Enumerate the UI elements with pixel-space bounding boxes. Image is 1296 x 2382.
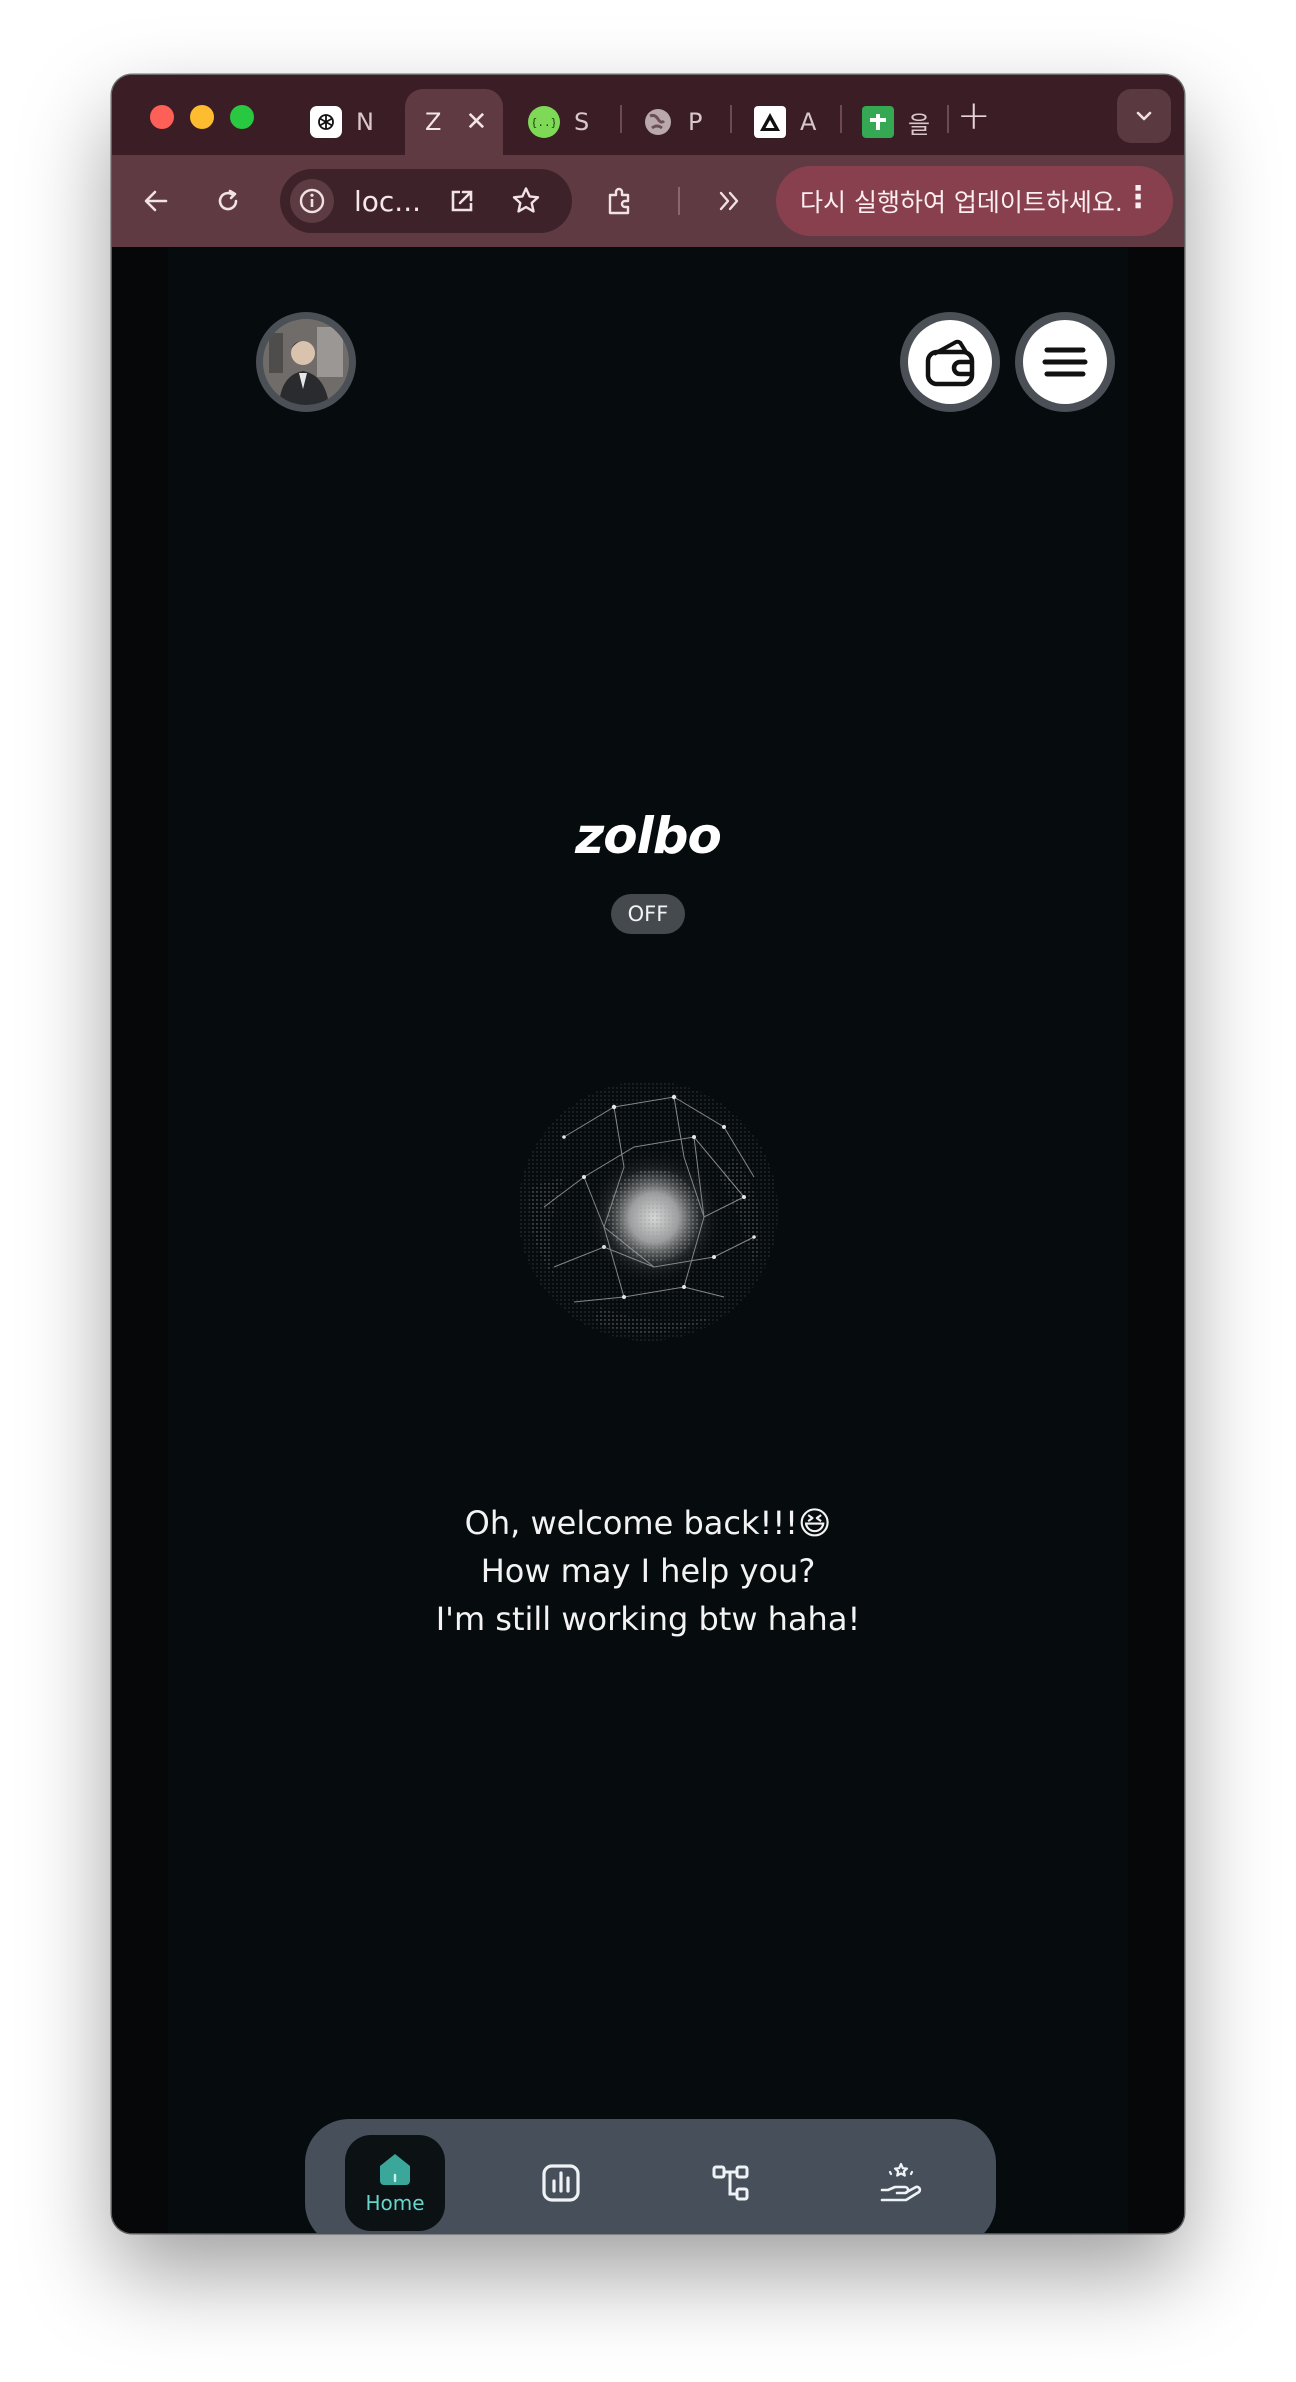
maximize-window-button[interactable] [230,105,254,129]
tab-search-button[interactable] [1117,89,1171,143]
home-icon [380,2154,410,2185]
tab-title: Z [425,108,442,136]
wallet-icon [925,339,975,387]
reload-icon [218,189,238,211]
hand-stars-icon [880,2162,922,2202]
welcome-message: Oh, welcome back!!!😆 How may I help you?… [112,1499,1184,1643]
toolbar-separator [678,187,680,215]
svg-text:{..}: {..} [533,116,555,129]
workflow-icon [712,2165,749,2201]
browser-toolbar: loc... 다시 실행하여 업데이트하세요. ⋮ [112,155,1184,247]
nav-home-label: Home [365,2191,425,2215]
status-toggle[interactable]: OFF [611,894,685,934]
more-extensions-button[interactable] [710,181,750,221]
reload-button[interactable] [208,181,248,221]
nav-workflow-button[interactable] [701,2153,761,2213]
close-tab-icon[interactable]: ✕ [465,107,487,137]
site-info-icon[interactable] [290,179,334,223]
tab-swagger[interactable]: {..} S [508,89,604,155]
tab-title: P [688,108,703,136]
browser-window: N Z ✕ {..} S P A [112,75,1184,2233]
open-in-window-button[interactable] [442,181,482,221]
arrow-left-icon [144,190,168,212]
close-window-button[interactable] [150,105,174,129]
particle-sphere [518,1081,778,1341]
star-icon [512,187,540,213]
address-bar[interactable]: loc... [280,169,572,233]
more-vertical-icon[interactable]: ⋮ [1123,182,1153,214]
chatgpt-icon [310,106,342,138]
bottom-navigation: Home [305,2119,996,2233]
welcome-line: Oh, welcome back!!!😆 [464,1504,832,1542]
puzzle-icon [608,187,630,215]
tab-sheets[interactable]: 을 [842,89,936,155]
sheets-plus-icon [862,106,894,138]
brand-logo: zolbo [575,807,722,865]
tab-separator [947,105,949,133]
back-button[interactable] [136,181,176,221]
tab-zolbo[interactable]: Z ✕ [405,89,503,155]
bookmark-button[interactable] [506,181,546,221]
tab-globe[interactable]: P [622,89,718,155]
hamburger-menu-icon [1042,347,1088,377]
welcome-line: I'm still working btw haha! [435,1600,861,1638]
update-message: 다시 실행하여 업데이트하세요. [800,188,1123,217]
tab-title: N [356,108,374,136]
tab-title: S [574,108,590,136]
wallet-button[interactable] [900,312,1000,412]
nav-home-button[interactable]: Home [345,2135,445,2231]
tab-title: A [800,108,817,136]
code-braces-icon: {..} [528,106,560,138]
user-avatar [263,319,349,405]
nav-rewards-button[interactable] [871,2153,931,2213]
tab-title: 을 [908,110,931,139]
url-text[interactable]: loc... [354,185,421,218]
triangle-logo-icon [754,106,786,138]
tab-separator [730,105,732,133]
chevron-down-icon [1136,111,1152,121]
page-viewport: zolbo OFF Oh, welcome back!!!😆 How may I… [112,247,1184,2233]
nav-stats-button[interactable] [531,2153,591,2213]
welcome-line: How may I help you? [480,1552,816,1590]
external-link-icon [451,190,473,212]
bar-chart-icon [542,2164,580,2202]
app-container: zolbo OFF Oh, welcome back!!!😆 How may I… [168,247,1128,2233]
relaunch-update-button[interactable]: 다시 실행하여 업데이트하세요. ⋮ [776,166,1173,236]
extensions-button[interactable] [600,181,640,221]
tab-strip: N Z ✕ {..} S P A [112,75,1184,155]
double-chevron-right-icon [719,191,739,211]
minimize-window-button[interactable] [190,105,214,129]
profile-button[interactable] [256,312,356,412]
menu-button[interactable] [1015,312,1115,412]
tab-a[interactable]: A [734,89,830,155]
new-tab-button[interactable]: + [957,93,991,139]
tab-chatgpt[interactable]: N [290,89,390,155]
globe-icon [642,106,674,138]
